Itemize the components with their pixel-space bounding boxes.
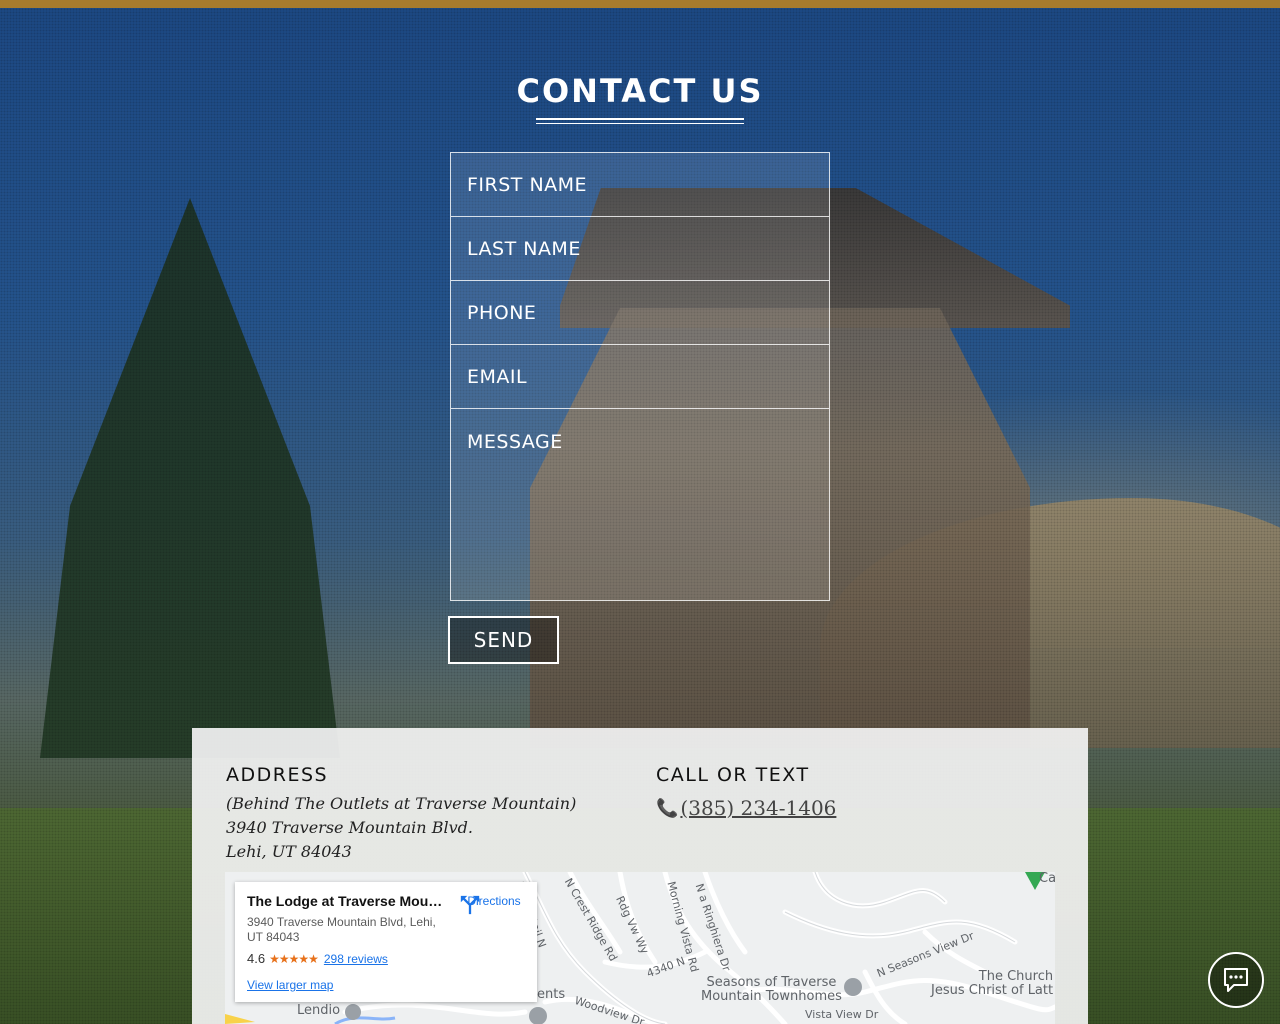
message-field[interactable]: MESSAGE	[451, 409, 829, 600]
send-button[interactable]: SEND	[448, 616, 559, 664]
phone-row: 📞 (385) 234-1406	[656, 796, 836, 820]
address-block: (Behind The Outlets at Traverse Mountain…	[226, 792, 576, 864]
email-field[interactable]: EMAIL	[451, 345, 829, 409]
address-line: 3940 Traverse Mountain Blvd.	[226, 818, 473, 837]
embedded-map[interactable]: Ridge Trail N N Crest Ridge Rd Rdg Vw Wy…	[225, 872, 1055, 1024]
place-name: The Lodge at Traverse Mount…	[247, 893, 447, 909]
rating-stars-icon: ★★★★★	[269, 951, 319, 966]
address-line: (Behind The Outlets at Traverse Mountain…	[226, 794, 577, 813]
view-larger-map-link[interactable]: View larger map	[247, 978, 333, 992]
address-line: Lehi, UT 84043	[226, 842, 352, 861]
contact-info-panel: ADDRESS (Behind The Outlets at Traverse …	[192, 728, 1088, 1024]
phone-field[interactable]: PHONE	[451, 281, 829, 345]
phone-link[interactable]: (385) 234-1406	[680, 796, 836, 820]
reviews-link[interactable]: 298 reviews	[324, 952, 388, 966]
directions-icon	[460, 895, 480, 915]
phone-icon: 📞	[656, 797, 679, 819]
call-heading: CALL OR TEXT	[656, 764, 810, 786]
map-poi-label: The Church Jesus Christ of Latt	[931, 969, 1054, 998]
top-accent-bar	[0, 0, 1280, 8]
map-place-card: The Lodge at Traverse Mount… 3940 Traver…	[235, 882, 537, 1002]
map-street-label: Vista View Dr	[805, 1008, 879, 1021]
last-name-field[interactable]: LAST NAME	[451, 217, 829, 281]
map-poi-label: ents	[537, 987, 566, 1002]
map-poi-label: Seasons of Traverse Mountain Townhomes	[701, 975, 842, 1004]
address-heading: ADDRESS	[226, 764, 329, 786]
chat-button[interactable]	[1208, 952, 1264, 1008]
title-underline	[536, 118, 744, 124]
map-poi-label: Lendio	[297, 1003, 341, 1018]
page-title: CONTACT US	[516, 72, 764, 110]
directions-button[interactable]: Directions	[459, 894, 529, 915]
chat-icon	[1224, 968, 1248, 992]
contact-form: FIRST NAME LAST NAME PHONE EMAIL MESSAGE	[450, 152, 830, 601]
rating-value: 4.6	[247, 951, 266, 966]
first-name-field[interactable]: FIRST NAME	[451, 153, 829, 217]
place-address: 3940 Traverse Mountain Blvd, Lehi, UT 84…	[247, 915, 436, 944]
place-rating: 4.6 ★★★★★ 298 reviews	[247, 951, 388, 966]
map-poi-label: Ca	[1039, 872, 1055, 886]
